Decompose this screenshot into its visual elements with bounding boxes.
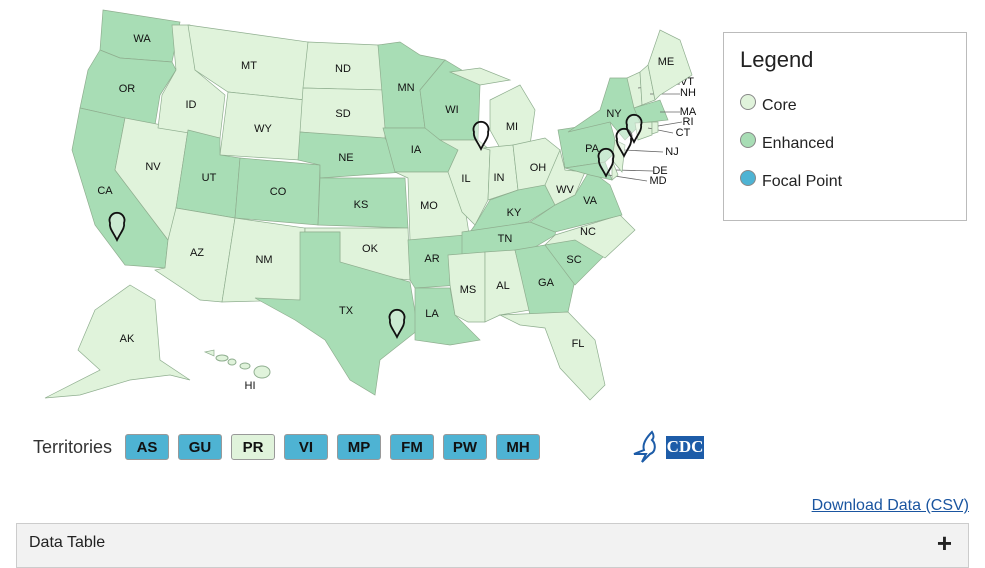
legend: Legend Core Enhanced Focal Point [723,32,967,221]
state-label-IL: IL [461,173,470,185]
state-label-OR: OR [119,83,136,95]
state-label-LA: LA [425,308,439,320]
state-label-CT: CT [676,127,691,139]
state-label-NE: NE [338,152,353,164]
hhs-eagle-icon [633,430,656,463]
state-label-TX: TX [339,305,354,317]
state-label-WA: WA [133,33,151,45]
state-label-PA: PA [585,143,600,155]
state-label-MN: MN [397,82,414,94]
state-HI-island[interactable] [215,354,229,362]
state-HI-island[interactable] [227,358,237,366]
state-label-KS: KS [354,199,369,211]
leader-line [657,121,683,127]
territory-button-VI[interactable]: VI [284,434,329,460]
state-label-MS: MS [460,284,477,296]
territory-button-AS[interactable]: AS [125,434,170,460]
legend-label: Enhanced [762,135,835,152]
state-label-IN: IN [494,172,505,184]
state-label-NH: NH [680,87,696,99]
state-label-AK: AK [120,333,135,345]
state-label-HI: HI [245,380,256,392]
state-label-DE: DE [652,165,667,177]
state-label-ME: ME [658,56,675,68]
state-label-OK: OK [362,243,379,255]
state-label-ID: ID [186,99,197,111]
state-label-NM: NM [255,254,272,266]
data-table-label: Data Table [29,534,106,551]
state-HI[interactable] [203,349,215,357]
state-label-NV: NV [145,161,161,173]
state-label-GA: GA [538,277,555,289]
state-HI-island[interactable] [253,365,271,379]
territory-button-GU[interactable]: GU [178,434,223,460]
state-label-TN: TN [498,233,513,245]
territory-button-FM[interactable]: FM [390,434,435,460]
state-label-OH: OH [530,162,547,174]
leader-line [623,149,664,153]
territory-button-PW[interactable]: PW [443,434,488,460]
state-label-FL: FL [572,338,585,350]
state-label-WY: WY [254,123,272,135]
state-label-MT: MT [241,60,257,72]
state-label-MI: MI [506,121,518,133]
state-label-AR: AR [424,253,439,265]
state-label-AL: AL [496,280,509,292]
legend-label: Focal Point [762,173,843,190]
state-label-CA: CA [97,185,113,197]
data-table-toggle[interactable]: Data Table + [16,523,969,568]
state-label-UT: UT [202,172,217,184]
territory-button-MP[interactable]: MP [337,434,382,460]
state-label-MO: MO [420,200,438,212]
state-label-WI: WI [445,104,458,116]
state-label-KY: KY [507,207,522,219]
state-FL[interactable] [498,311,606,401]
state-label-SD: SD [335,108,350,120]
cdc-logo-box: CDC [666,435,704,459]
territories-label: Territories [33,436,113,457]
state-label-AZ: AZ [190,247,204,259]
state-label-NY: NY [606,108,622,120]
state-label-WV: WV [556,184,574,196]
territory-button-PR[interactable]: PR [231,434,276,460]
legend-item-enhanced: Enhanced [740,125,950,163]
legend-swatch [740,170,756,186]
legend-title: Legend [740,47,814,72]
legend-item-focal: Focal Point [740,163,950,201]
state-AK[interactable] [44,284,191,399]
state-label-IA: IA [411,144,422,156]
legend-swatch [740,94,756,110]
state-label-NJ: NJ [665,146,678,158]
state-label-RI: RI [683,116,694,128]
territory-button-MH[interactable]: MH [496,434,541,460]
download-csv-link[interactable]: Download Data (CSV) [812,497,969,515]
state-label-CO: CO [270,186,287,198]
legend-label: Core [762,97,797,114]
state-MI[interactable] [489,84,536,149]
cdc-logo: CDC [632,430,704,464]
legend-swatch [740,132,756,148]
state-label-NC: NC [580,226,596,238]
state-RI[interactable] [651,121,659,135]
legend-item-core: Core [740,87,950,125]
territories: Territories AS GU PR VI MP FM PW MH [33,434,549,460]
state-label-ND: ND [335,63,351,75]
state-label-VA: VA [583,195,598,207]
state-HI-island[interactable] [239,362,251,370]
plus-icon[interactable]: + [937,528,952,559]
state-label-SC: SC [566,254,581,266]
us-map: WA OR CA NV ID MT WY UT CO AZ NM ND SD NE KS OK TX MN IA MO… [44,9,697,401]
